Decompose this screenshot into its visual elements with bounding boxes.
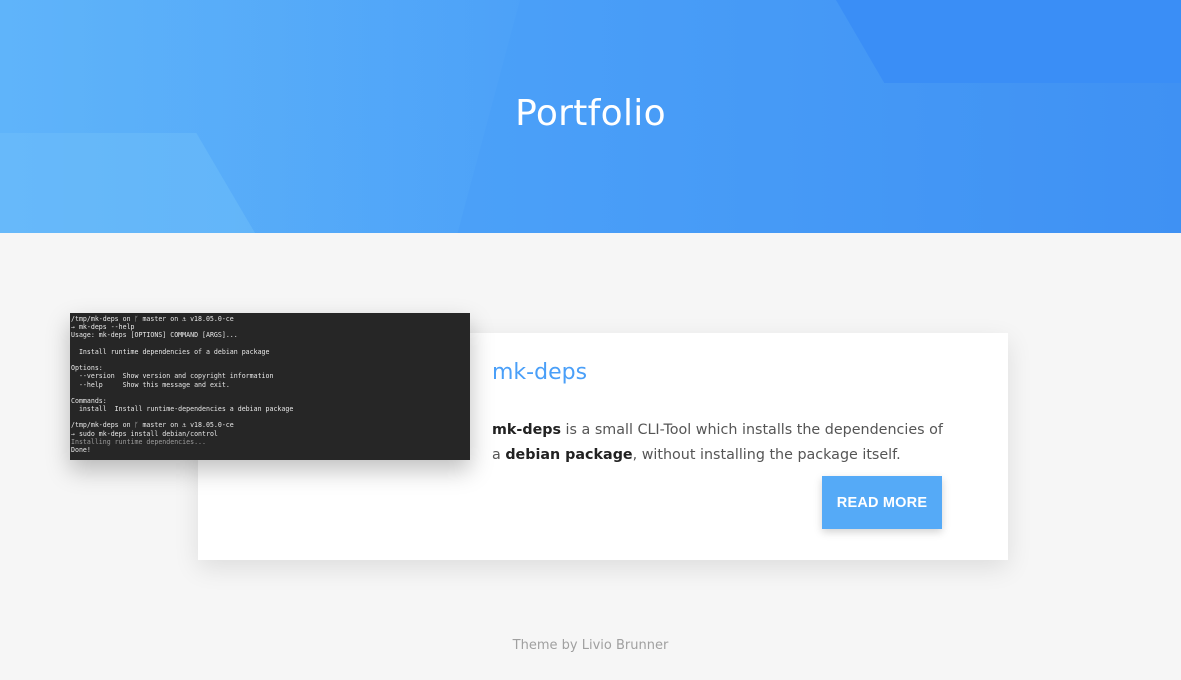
terminal-line: Usage: mk-deps [OPTIONS] COMMAND [ARGS].… [71,331,238,340]
terminal-line: /tmp/mk-deps on ᚴ master on ⚓ v18.05.0-c… [71,315,234,323]
hero-decorative-shape [836,0,1181,83]
terminal-line: Installing runtime dependencies... [71,437,206,446]
footer-author-link[interactable]: Livio Brunner [582,638,669,653]
terminal-line: --version Show version and copyright inf… [71,372,274,381]
terminal-line: --help Show this message and exit. [71,380,230,389]
footer: Theme by Livio Brunner [0,638,1181,653]
page-title: Portfolio [515,93,666,134]
footer-credit-prefix: Theme by [512,638,582,653]
terminal-line: Commands: [71,396,107,405]
terminal-line: Options: [71,364,103,373]
terminal-line: → mk-deps --help [71,323,135,332]
terminal-line: Done! [71,446,91,454]
terminal-line: /tmp/mk-deps on ᚴ master on ⚓ v18.05.0-c… [71,421,234,430]
terminal-line: install Install runtime-dependencies a d… [71,405,294,414]
read-more-button[interactable]: READ MORE [822,476,942,529]
terminal-line: Install runtime dependencies of a debian… [71,347,270,356]
project-title-link[interactable]: mk-deps [492,360,587,385]
terminal-line: → sudo mk-deps install debian/control [71,429,218,438]
project-screenshot[interactable]: /tmp/mk-deps on ᚴ master on ⚓ v18.05.0-c… [70,313,470,460]
description-text: , without installing the package itself. [632,447,901,463]
project-name-bold: mk-deps [492,422,562,438]
project-description: mk-deps is a small CLI-Tool which instal… [492,418,947,468]
debian-package-term: debian package [505,447,633,463]
hero-banner: Portfolio [0,0,1181,233]
